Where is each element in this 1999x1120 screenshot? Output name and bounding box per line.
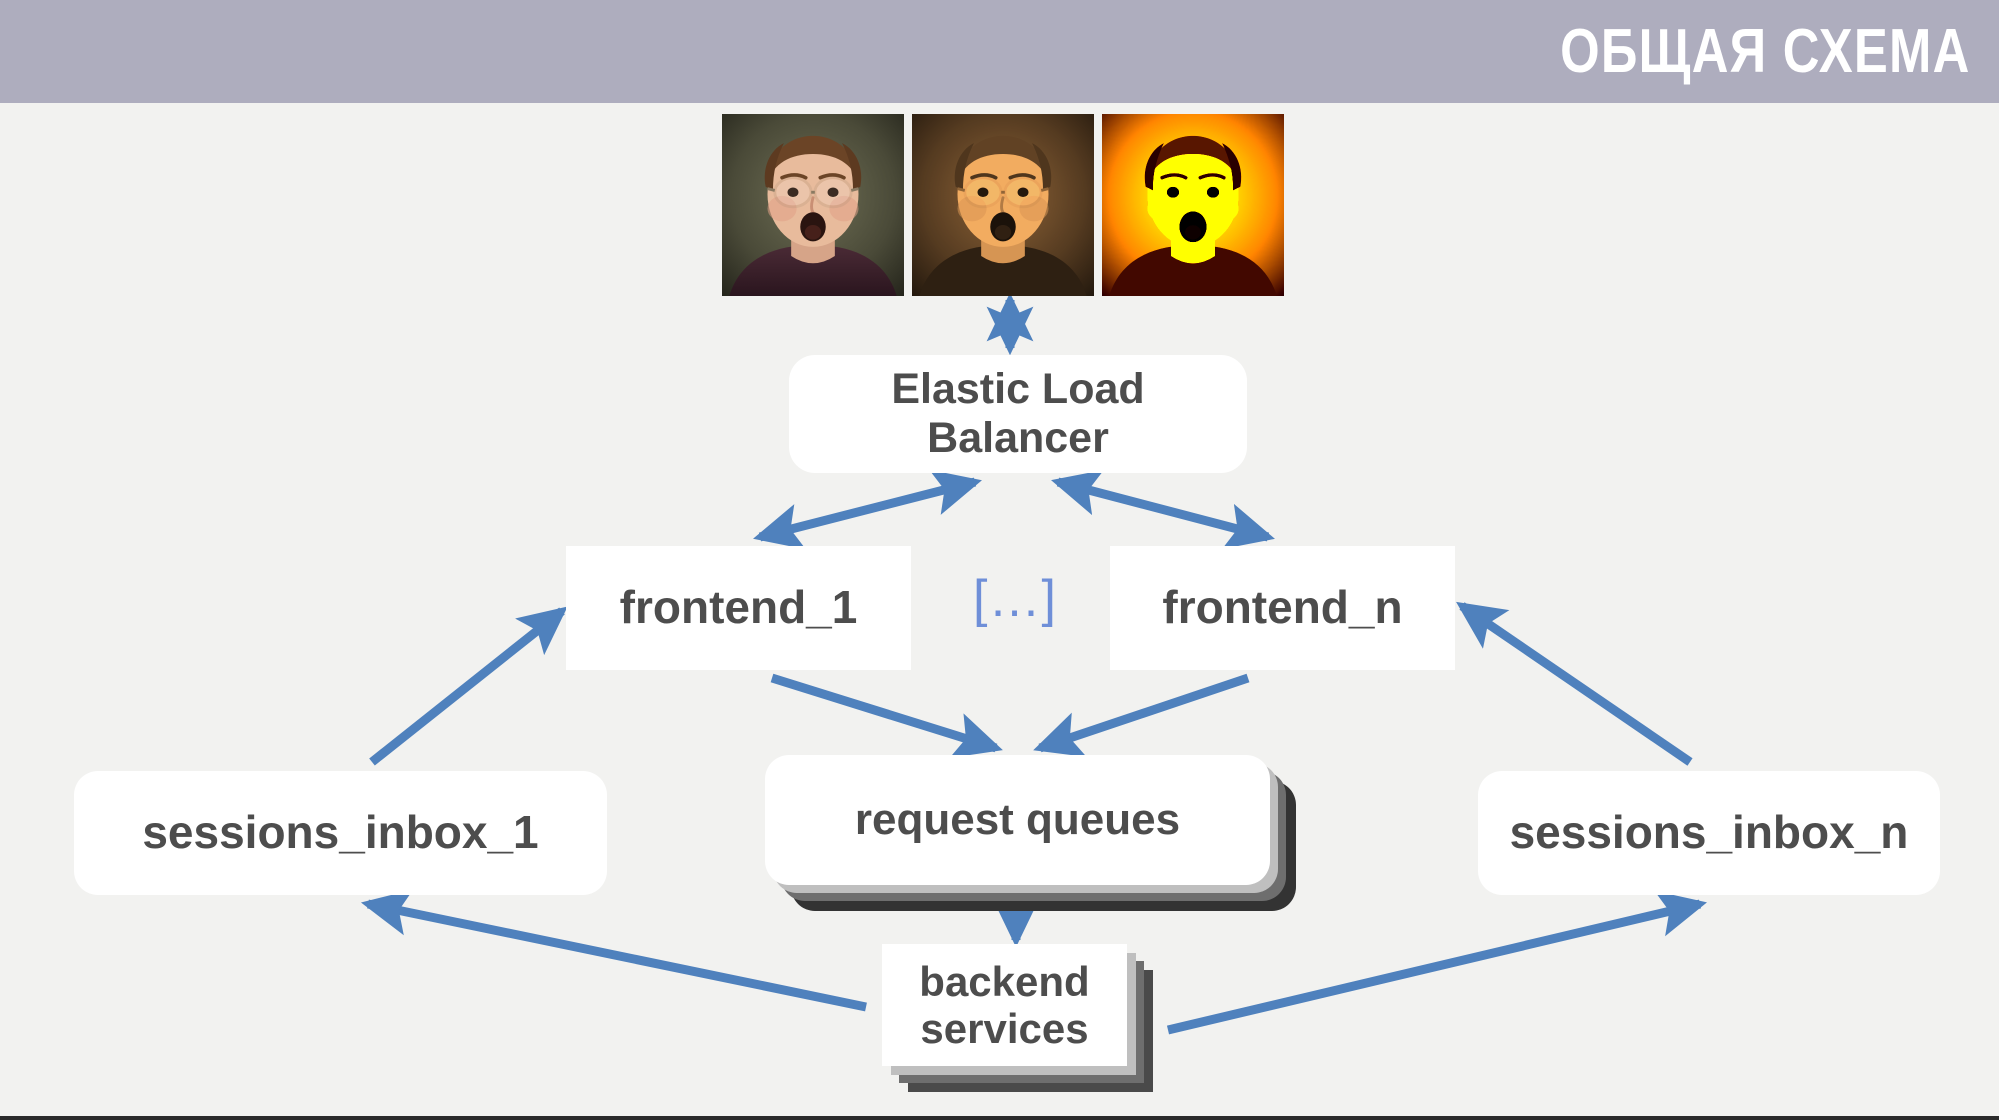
client-thumb-yellow	[1102, 114, 1284, 296]
client-thumb-normal	[722, 114, 904, 296]
node-frontend-1[interactable]: frontend_1	[566, 546, 911, 670]
arrow-sessions-n-frontend-n	[1456, 601, 1693, 766]
arrow-frontend-1-queues	[770, 673, 1003, 758]
node-frontend-n[interactable]: frontend_n	[1110, 546, 1455, 670]
slide-header-band: ОБЩАЯ СХЕМА	[0, 0, 1999, 103]
arrow-elb-frontend-n	[1051, 469, 1275, 550]
client-thumbnail-group	[722, 114, 1284, 296]
node-backend-services-label: backend services	[882, 944, 1127, 1066]
slide-canvas: ОБЩАЯ СХЕМА Elastic Load Balancer fronte…	[0, 0, 1999, 1120]
node-request-queues[interactable]: request queues	[765, 755, 1296, 911]
arrow-backend-sessions-1	[360, 889, 867, 1012]
arrow-elb-frontend-1	[753, 469, 982, 550]
arrow-sessions-1-frontend-1	[369, 606, 568, 766]
ellipsis-label: […]	[973, 570, 1057, 628]
node-request-queues-label: request queues	[765, 755, 1270, 885]
page-title: ОБЩАЯ СХЕМА	[1560, 16, 1971, 86]
node-sessions-inbox-n[interactable]: sessions_inbox_n	[1478, 771, 1940, 895]
arrow-frontend-n-queues	[1033, 673, 1250, 757]
node-backend-services[interactable]: backend services	[882, 944, 1153, 1092]
node-sessions-inbox-1[interactable]: sessions_inbox_1	[74, 771, 607, 895]
arrow-backend-sessions-n	[1166, 890, 1708, 1035]
node-elastic-load-balancer[interactable]: Elastic Load Balancer	[789, 355, 1247, 473]
client-thumb-sepia	[912, 114, 1094, 296]
